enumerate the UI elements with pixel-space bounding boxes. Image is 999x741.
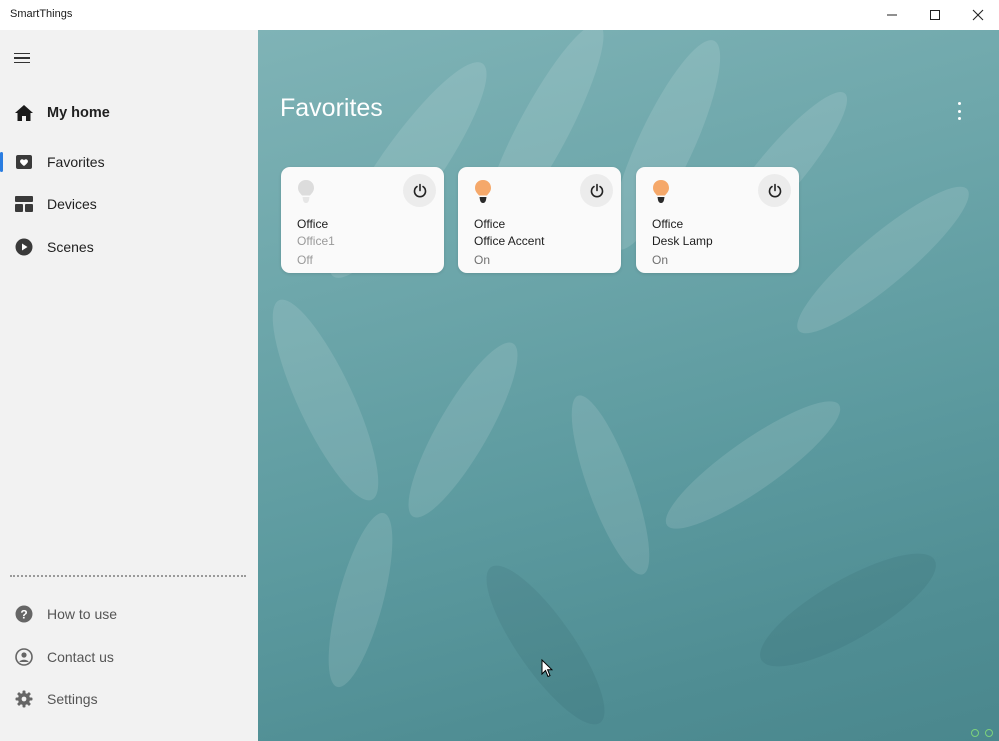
background-leaf xyxy=(258,288,397,512)
app-title: SmartThings xyxy=(10,8,73,20)
minimize-button[interactable] xyxy=(870,0,913,30)
sidebar-item-my-home[interactable]: My home xyxy=(0,93,258,133)
home-icon xyxy=(14,103,34,123)
maximize-button[interactable] xyxy=(913,0,956,30)
sidebar-item-label: My home xyxy=(47,105,110,121)
svg-text:?: ? xyxy=(20,608,27,622)
sidebar-item-label: How to use xyxy=(47,606,118,622)
device-card-desk-lamp[interactable]: Office Desk Lamp On xyxy=(636,167,799,273)
background-leaf xyxy=(652,384,854,546)
maximize-icon xyxy=(929,10,940,20)
sidebar-item-label: Devices xyxy=(47,196,97,212)
device-name: Desk Lamp xyxy=(652,234,713,248)
mouse-cursor-icon xyxy=(541,659,553,678)
status-dot xyxy=(985,729,993,737)
power-icon xyxy=(768,183,781,197)
sidebar: My home Favorites Devices Scenes ? How t… xyxy=(0,30,258,741)
minimize-icon xyxy=(886,14,897,16)
device-card-office-accent[interactable]: Office Office Accent On xyxy=(458,167,621,273)
device-room: Office xyxy=(652,217,684,231)
hamburger-line xyxy=(14,57,30,59)
background-leaf xyxy=(746,534,950,686)
power-button[interactable] xyxy=(758,174,791,207)
sidebar-item-label: Settings xyxy=(47,691,98,707)
status-dot xyxy=(971,729,979,737)
title-bar: SmartThings xyxy=(0,0,999,30)
background-leaf xyxy=(782,170,984,350)
close-button[interactable] xyxy=(956,0,999,30)
background-leaf xyxy=(315,507,406,693)
main-content: Favorites Office Office1 Off Office Offi… xyxy=(258,30,999,741)
light-bulb-icon xyxy=(296,179,316,205)
sidebar-item-label: Scenes xyxy=(47,239,94,255)
help-icon: ? xyxy=(14,604,34,624)
sidebar-item-favorites[interactable]: Favorites xyxy=(0,142,258,182)
gear-icon xyxy=(14,689,34,709)
more-dot xyxy=(957,109,961,113)
contact-icon xyxy=(14,647,34,667)
device-name: Office Accent xyxy=(474,234,545,248)
play-icon xyxy=(14,237,34,257)
device-room: Office xyxy=(297,217,329,231)
power-button[interactable] xyxy=(403,174,436,207)
more-dot xyxy=(957,102,961,105)
background-leaf xyxy=(556,388,665,582)
sidebar-divider xyxy=(10,575,246,577)
device-state: On xyxy=(474,253,491,267)
background-leaf xyxy=(391,330,535,530)
sidebar-item-settings[interactable]: Settings xyxy=(0,679,258,719)
background-leaf xyxy=(468,551,623,739)
hamburger-line xyxy=(14,52,30,55)
window-controls xyxy=(870,0,999,30)
more-options-button[interactable] xyxy=(953,102,965,120)
hamburger-line xyxy=(14,61,30,64)
light-bulb-icon xyxy=(473,179,493,205)
sidebar-item-devices[interactable]: Devices xyxy=(0,184,258,224)
grid-icon xyxy=(14,194,34,214)
power-button[interactable] xyxy=(580,174,613,207)
sidebar-item-contact-us[interactable]: Contact us xyxy=(0,637,258,677)
more-dot xyxy=(957,117,961,120)
light-bulb-icon xyxy=(651,179,671,205)
device-card-office1[interactable]: Office Office1 Off xyxy=(281,167,444,273)
sidebar-item-label: Contact us xyxy=(47,649,114,665)
heart-icon xyxy=(14,152,34,172)
hamburger-menu-button[interactable] xyxy=(14,50,32,66)
device-state: Off xyxy=(297,253,313,267)
close-icon xyxy=(972,9,983,21)
sidebar-item-label: Favorites xyxy=(47,154,105,170)
power-icon xyxy=(413,183,426,197)
sidebar-item-how-to-use[interactable]: ? How to use xyxy=(0,594,258,634)
power-icon xyxy=(590,183,603,197)
device-room: Office xyxy=(474,217,506,231)
status-indicator xyxy=(971,729,993,737)
page-title: Favorites xyxy=(280,94,383,122)
sidebar-item-scenes[interactable]: Scenes xyxy=(0,227,258,267)
device-name: Office1 xyxy=(297,234,335,248)
device-state: On xyxy=(652,253,669,267)
